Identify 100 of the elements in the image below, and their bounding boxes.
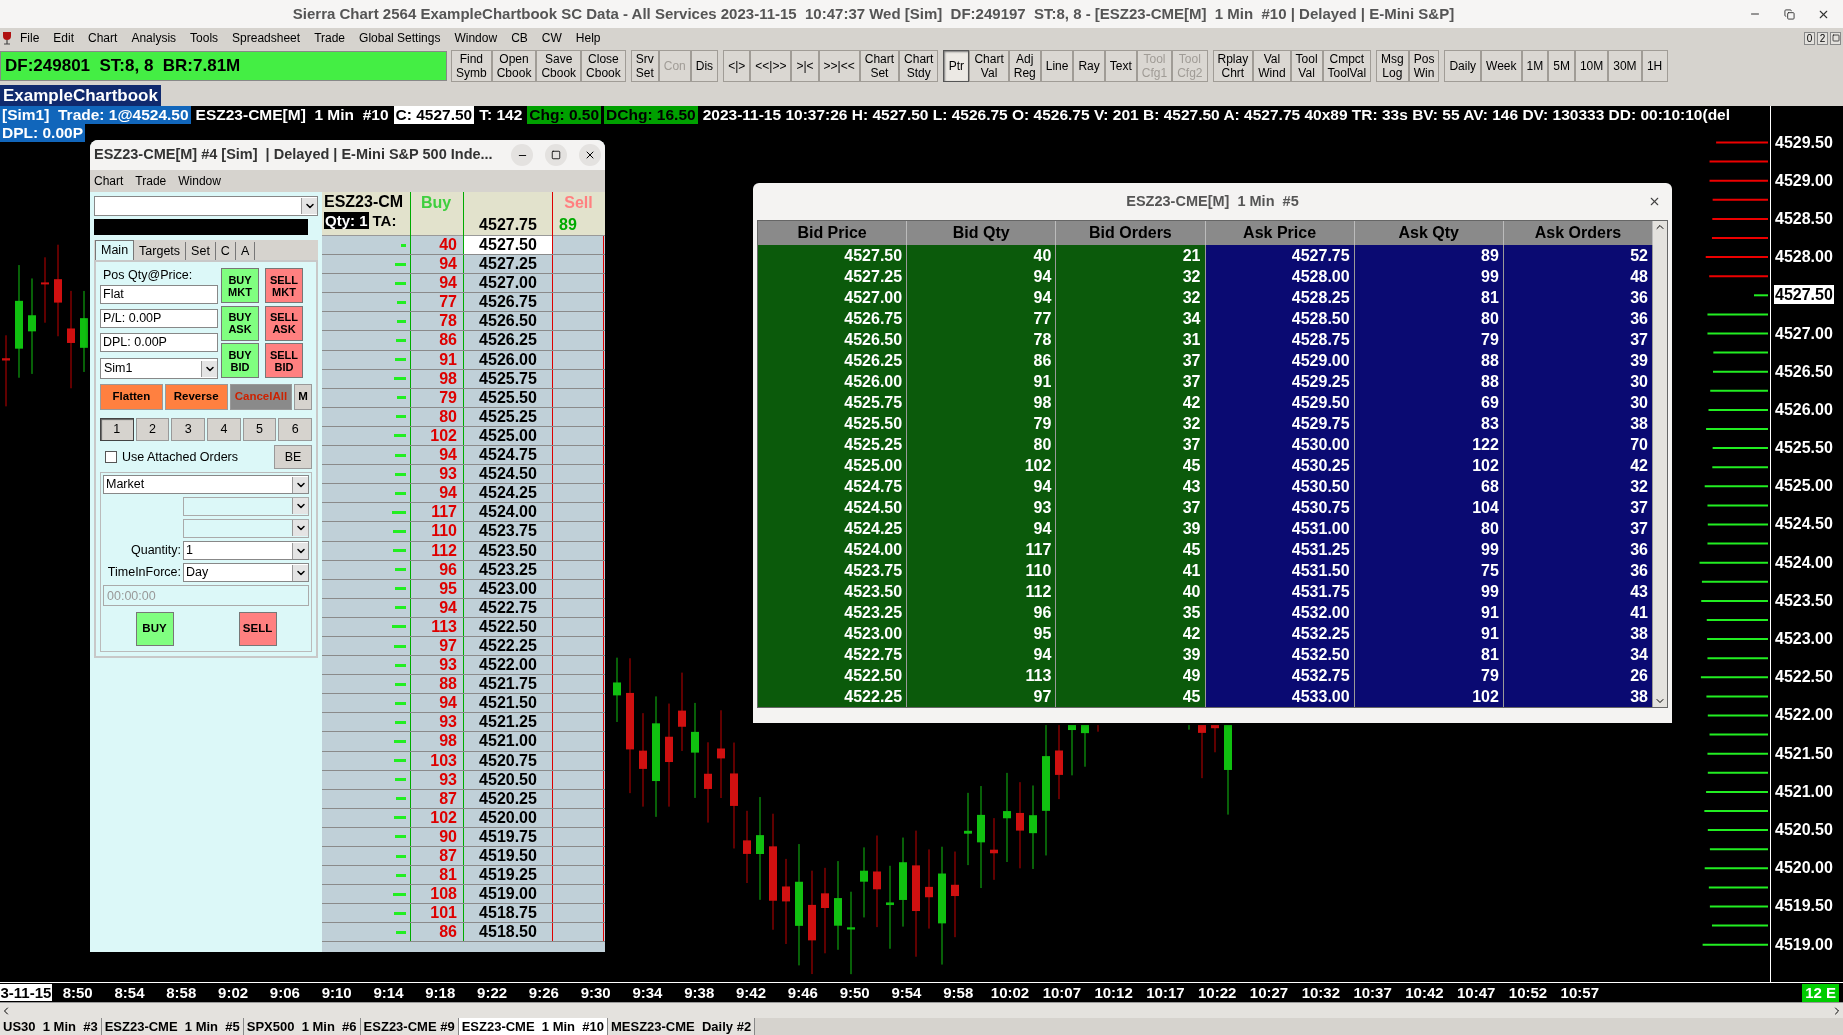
chart-tab[interactable]: ESZ23-CME 1 Min #10 bbox=[458, 1018, 608, 1035]
sell-cell[interactable] bbox=[552, 255, 604, 274]
menu-item[interactable]: Window bbox=[454, 29, 498, 47]
toolbar-button[interactable]: Pos Win bbox=[1408, 50, 1440, 82]
menu-item[interactable]: Global Settings bbox=[359, 29, 441, 47]
sell-cell[interactable] bbox=[552, 847, 604, 866]
toolbar-button[interactable]: Cmpct ToolVal bbox=[1322, 50, 1372, 82]
maximize-button[interactable] bbox=[545, 144, 567, 166]
order-button[interactable]: SELL ASK bbox=[265, 305, 303, 341]
sell-cell[interactable] bbox=[552, 751, 604, 770]
toolbar-button[interactable]: Line bbox=[1040, 50, 1074, 82]
sell-cell[interactable] bbox=[552, 866, 604, 885]
sell-cell[interactable] bbox=[552, 827, 604, 846]
chart-tab[interactable]: ESZ23-CME #9 bbox=[360, 1018, 459, 1035]
order-type-dropdown[interactable]: Market bbox=[103, 475, 309, 494]
order-button[interactable]: BUY ASK bbox=[221, 305, 259, 341]
panel-tab[interactable]: Main bbox=[95, 240, 135, 260]
toolbar-button[interactable]: 5M bbox=[1548, 50, 1575, 82]
sell-cell[interactable] bbox=[552, 732, 604, 751]
symbol-dropdown[interactable] bbox=[94, 196, 318, 216]
toolbar-button[interactable]: Week bbox=[1481, 50, 1522, 82]
sell-cell[interactable] bbox=[552, 656, 604, 675]
quantity-preset-button[interactable]: 1 bbox=[100, 418, 134, 441]
sell-cell[interactable] bbox=[552, 541, 604, 560]
sell-cell[interactable] bbox=[552, 789, 604, 808]
menu-item[interactable]: Analysis bbox=[131, 29, 177, 47]
action-button[interactable]: M bbox=[294, 384, 312, 410]
toolbar-button[interactable]: Msg Log bbox=[1376, 50, 1409, 82]
quantity-preset-button[interactable]: 3 bbox=[171, 418, 205, 441]
empty-dropdown[interactable] bbox=[183, 497, 309, 516]
toolbar-button[interactable]: Close Cbook bbox=[581, 50, 626, 82]
attached-orders-checkbox[interactable] bbox=[105, 451, 117, 463]
sell-cell[interactable] bbox=[552, 293, 604, 312]
toolbar-button[interactable]: >>|<< bbox=[818, 50, 860, 82]
position-field[interactable]: Flat bbox=[100, 285, 218, 304]
chart-tab[interactable]: ESZ23-CME 1 Min #5 bbox=[101, 1018, 244, 1035]
sell-button[interactable]: SELL bbox=[238, 612, 277, 646]
quantity-preset-button[interactable]: 2 bbox=[135, 418, 170, 441]
toolbar-button[interactable]: 1H bbox=[1641, 50, 1668, 82]
sell-cell[interactable] bbox=[552, 465, 604, 484]
horizontal-scrollbar[interactable] bbox=[0, 1002, 1843, 1018]
toolbar-button[interactable]: >|< bbox=[791, 50, 819, 82]
empty-dropdown[interactable] bbox=[183, 519, 309, 538]
order-button[interactable]: SELL BID bbox=[265, 343, 303, 379]
sell-cell[interactable] bbox=[552, 369, 604, 388]
menu-item[interactable]: Trade bbox=[314, 29, 346, 47]
maximize-button[interactable] bbox=[1830, 31, 1841, 45]
action-button[interactable]: Reverse bbox=[164, 384, 228, 410]
sell-cell[interactable] bbox=[552, 388, 604, 407]
buy-button[interactable]: BUY bbox=[135, 612, 174, 646]
toolbar-button[interactable]: Ray bbox=[1073, 50, 1105, 82]
sell-cell[interactable] bbox=[552, 904, 604, 923]
close-button[interactable] bbox=[579, 144, 601, 166]
menu-item[interactable]: Chart bbox=[94, 172, 124, 190]
sell-cell[interactable] bbox=[552, 484, 604, 503]
chart-tab[interactable]: US30 1 Min #3 bbox=[0, 1018, 102, 1035]
sell-cell[interactable] bbox=[552, 885, 604, 904]
sell-cell[interactable] bbox=[552, 446, 604, 465]
sell-cell[interactable] bbox=[552, 675, 604, 694]
toolbar-button[interactable]: Find Symb bbox=[451, 50, 492, 82]
sell-cell[interactable] bbox=[552, 713, 604, 732]
sell-cell[interactable] bbox=[552, 503, 604, 522]
sell-cell[interactable] bbox=[552, 617, 604, 636]
sell-cell[interactable] bbox=[552, 236, 604, 255]
toolbar-button[interactable]: Rplay Chrt bbox=[1212, 50, 1254, 82]
toolbar-button[interactable]: <|> bbox=[723, 50, 751, 82]
sell-cell[interactable] bbox=[552, 579, 604, 598]
restore-button[interactable] bbox=[1781, 6, 1797, 22]
menu-item[interactable]: Window bbox=[178, 172, 221, 190]
menu-item[interactable]: Spreadsheet bbox=[232, 29, 301, 47]
sell-cell[interactable] bbox=[552, 598, 604, 617]
toolbar-button[interactable]: <<|>> bbox=[750, 50, 792, 82]
sell-cell[interactable] bbox=[552, 808, 604, 827]
quantity-preset-button[interactable]: 5 bbox=[242, 418, 277, 441]
toolbar-button[interactable]: Chart Stdy bbox=[899, 50, 939, 82]
toolbar-button[interactable]: Daily bbox=[1444, 50, 1482, 82]
menu-item[interactable]: Help bbox=[575, 29, 601, 47]
menu-item[interactable]: Tools bbox=[190, 29, 219, 47]
quantity-preset-button[interactable]: 6 bbox=[278, 418, 313, 441]
corner-button[interactable]: 0 bbox=[1804, 31, 1815, 45]
chartbook-tab[interactable]: ExampleChartbook bbox=[0, 84, 161, 106]
toolbar-button[interactable]: 1M bbox=[1521, 50, 1549, 82]
menu-item[interactable]: CB bbox=[511, 29, 528, 47]
sell-cell[interactable] bbox=[552, 312, 604, 331]
sell-cell[interactable] bbox=[552, 770, 604, 789]
sell-cell[interactable] bbox=[552, 350, 604, 369]
order-button[interactable]: BUY MKT bbox=[221, 268, 259, 303]
toolbar-button[interactable]: 10M bbox=[1574, 50, 1609, 82]
sell-cell[interactable] bbox=[552, 522, 604, 541]
order-button[interactable]: SELL MKT bbox=[265, 268, 303, 303]
order-button[interactable]: BUY BID bbox=[221, 343, 259, 379]
sell-cell[interactable] bbox=[552, 426, 604, 446]
sell-cell[interactable] bbox=[552, 407, 604, 426]
dpl-field[interactable]: DPL: 0.00P bbox=[100, 333, 218, 352]
toolbar-button[interactable]: Tool Val bbox=[1290, 50, 1323, 82]
toolbar-button[interactable]: Text bbox=[1104, 50, 1137, 82]
chart-tab[interactable]: MESZ23-CME Daily #2 bbox=[607, 1018, 756, 1035]
toolbar-button[interactable]: Open Cbook bbox=[491, 50, 537, 82]
menu-item[interactable]: File bbox=[20, 29, 40, 47]
toolbar-button[interactable]: Save Cbook bbox=[536, 50, 582, 82]
